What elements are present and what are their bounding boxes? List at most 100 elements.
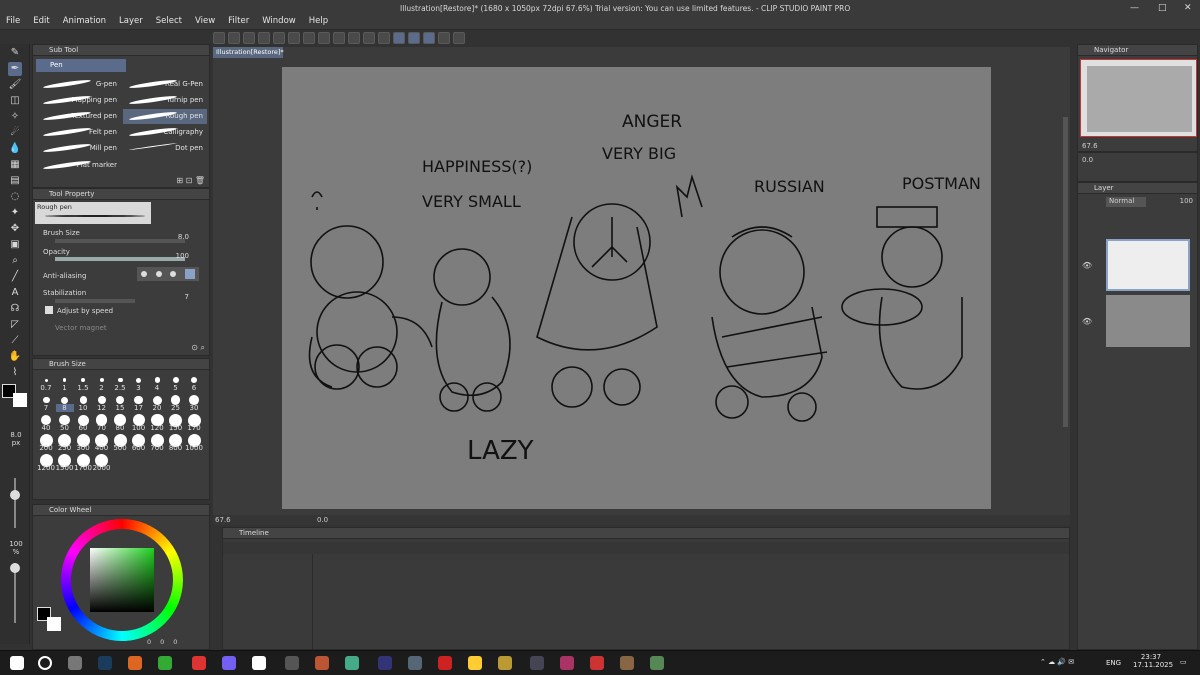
menu-window[interactable]: Window <box>262 16 296 26</box>
brush-size-option[interactable]: 20 <box>148 404 166 412</box>
lasso-icon[interactable]: ◌ <box>8 190 22 204</box>
status-zoom[interactable]: 67.6 <box>215 516 231 524</box>
brush-icon[interactable]: 🖌 <box>8 78 22 92</box>
brush-size-option[interactable]: 800 <box>167 444 185 452</box>
save-icon[interactable] <box>258 32 270 44</box>
fill-icon[interactable] <box>318 32 330 44</box>
brush-size-option[interactable]: 12 <box>93 404 111 412</box>
brush-size-option[interactable]: 1.5 <box>74 384 92 392</box>
brush-size-option[interactable]: 3 <box>130 384 148 392</box>
brush-textured-pen[interactable]: Textured pen <box>37 109 121 124</box>
brush-size-option[interactable]: 700 <box>148 444 166 452</box>
navigator-angle[interactable]: 0.0 <box>1082 156 1093 164</box>
brush-size-option[interactable]: 60 <box>74 424 92 432</box>
brush-size-dot[interactable] <box>136 377 142 383</box>
subtool-actions[interactable]: ⊞ ⊡ 🗑 <box>176 176 205 185</box>
brush-size-option[interactable]: 170 <box>185 424 203 432</box>
brush-size-slider[interactable] <box>55 239 185 243</box>
menu-layer[interactable]: Layer <box>119 16 143 26</box>
saturation-value-square[interactable] <box>90 548 154 612</box>
app-icon-13[interactable] <box>590 656 604 670</box>
layer-1-thumbnail[interactable] <box>1106 239 1190 291</box>
blend-icon[interactable]: ☄ <box>8 126 22 140</box>
new-file-icon[interactable] <box>228 32 240 44</box>
size-slider[interactable] <box>14 478 16 528</box>
brush-size-option[interactable]: 7 <box>37 404 55 412</box>
brush-size-dot[interactable] <box>63 378 67 382</box>
brush-size-dot[interactable] <box>191 376 198 384</box>
crop-icon[interactable] <box>363 32 375 44</box>
document-tab[interactable]: Illustration[Restore]* <box>213 47 284 58</box>
adjust-speed-checkbox[interactable] <box>45 306 53 314</box>
brush-size-option[interactable]: 25 <box>167 404 185 412</box>
smartphone-icon[interactable] <box>438 32 450 44</box>
menu-select[interactable]: Select <box>156 16 182 26</box>
app-icon-9[interactable] <box>468 656 482 670</box>
menu-file[interactable]: File <box>6 16 20 26</box>
brush-size-option[interactable]: 15 <box>111 404 129 412</box>
layer-move-icon[interactable]: ▣ <box>8 238 22 252</box>
app-icon-6[interactable] <box>378 656 392 670</box>
brush-size-option[interactable]: 1000 <box>185 444 203 452</box>
navigator-preview[interactable] <box>1080 59 1197 137</box>
airbrush-icon[interactable]: 💧 <box>8 142 22 156</box>
menu-animation[interactable]: Animation <box>63 16 106 26</box>
snap-ruler-icon[interactable] <box>393 32 405 44</box>
layer-2-visibility-icon[interactable]: 👁 <box>1082 317 1092 326</box>
brush-mapping-pen[interactable]: Mapping pen <box>37 93 121 108</box>
yandex-browser-icon[interactable] <box>192 656 206 670</box>
tray-icons[interactable]: ⌃ ☁ 🔊 ✉ <box>1040 658 1074 666</box>
brush-mill-pen[interactable]: Mill pen <box>37 141 121 156</box>
snap-grid-icon[interactable] <box>423 32 435 44</box>
brush-size-dot[interactable] <box>42 396 50 404</box>
brush-size-option[interactable]: 300 <box>74 444 92 452</box>
gradient-icon[interactable]: ▤ <box>8 174 22 188</box>
decoration-icon[interactable]: ✧ <box>8 110 22 124</box>
app-icon-3[interactable] <box>285 656 299 670</box>
tool-property-actions[interactable]: ⊙ ⌕ <box>191 343 205 353</box>
notification-icon[interactable]: ▭ <box>1180 658 1187 666</box>
correct-line-icon[interactable]: ⟋ <box>8 334 22 348</box>
app-icon-12[interactable] <box>560 656 574 670</box>
app-icon-10[interactable] <box>498 656 512 670</box>
brush-size-option[interactable]: 2000 <box>93 464 111 472</box>
steam-icon[interactable] <box>98 656 112 670</box>
size-slider-handle[interactable] <box>10 490 20 500</box>
brush-size-option[interactable]: 5 <box>167 384 185 392</box>
brush-rough-pen[interactable]: Rough pen <box>123 109 207 124</box>
brush-dot-pen[interactable]: Dot pen <box>123 141 207 156</box>
app-icon-8[interactable] <box>438 656 452 670</box>
brush-size-option[interactable]: 400 <box>93 444 111 452</box>
brush-flat-marker[interactable]: Flat marker <box>37 158 121 173</box>
snap-special-ruler-icon[interactable] <box>408 32 420 44</box>
blend-mode-select[interactable]: Normal <box>1106 197 1146 207</box>
brush-size-option[interactable]: 30 <box>185 404 203 412</box>
redo-icon[interactable] <box>288 32 300 44</box>
brush-size-option[interactable]: 40 <box>37 424 55 432</box>
stabilization-slider[interactable] <box>55 299 135 303</box>
brush-size-dot[interactable] <box>172 377 179 383</box>
brush-size-dot[interactable] <box>79 396 87 404</box>
brush-calligraphy[interactable]: Calligraphy <box>123 125 207 140</box>
eraser-icon[interactable]: ◫ <box>8 94 22 108</box>
text-icon[interactable]: A <box>8 286 22 300</box>
brush-real-g-pen[interactable]: Real G-Pen <box>123 77 207 92</box>
ruler-icon[interactable]: ╱ <box>8 270 22 284</box>
brush-size-option[interactable]: 150 <box>167 424 185 432</box>
brush-size-option[interactable]: 70 <box>93 424 111 432</box>
open-file-icon[interactable] <box>243 32 255 44</box>
loading-icon[interactable] <box>303 32 315 44</box>
brush-size-option[interactable]: 2 <box>93 384 111 392</box>
opacity-slider-handle[interactable] <box>10 563 20 573</box>
magic-wand-icon[interactable]: ✦ <box>8 206 22 220</box>
brush-size-dot[interactable] <box>116 395 125 405</box>
clip-studio-taskbar-icon[interactable] <box>252 656 266 670</box>
app-icon-14[interactable] <box>620 656 634 670</box>
layer-opacity-value[interactable]: 100 <box>1180 197 1193 205</box>
brush-turnip-pen[interactable]: Turnip pen <box>123 93 207 108</box>
timeline-toolbar[interactable] <box>223 542 1069 554</box>
brush-felt-pen[interactable]: Felt pen <box>37 125 121 140</box>
brush-size-option[interactable]: 1500 <box>56 464 74 472</box>
brush-size-option[interactable]: 250 <box>56 444 74 452</box>
transform-icon[interactable] <box>333 32 345 44</box>
